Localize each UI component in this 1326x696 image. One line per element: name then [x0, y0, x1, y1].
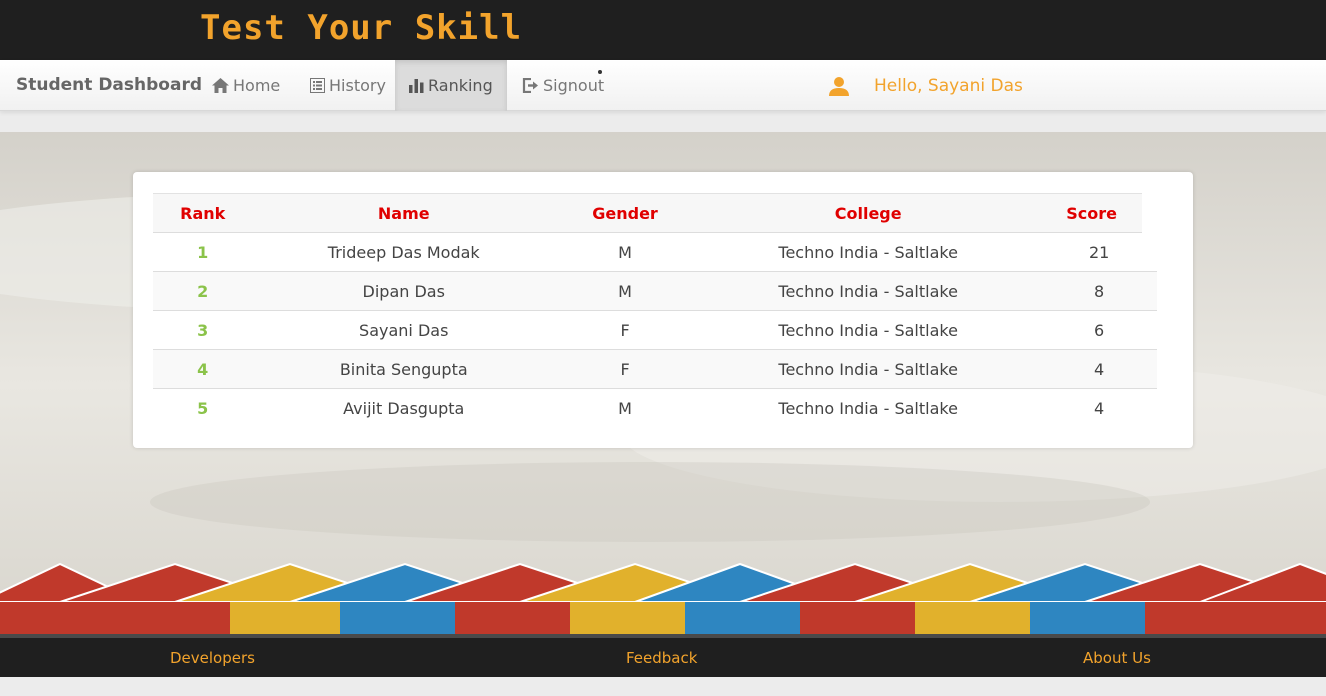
cell-gender: F: [555, 349, 696, 389]
header-college: College: [695, 193, 1042, 233]
nav-home[interactable]: Home: [198, 60, 294, 111]
cell-college: Techno India - Saltlake: [695, 232, 1042, 272]
nav-ranking-label: Ranking: [428, 76, 493, 95]
footer: Developers Feedback About Us: [0, 638, 1326, 677]
footer-link-developers[interactable]: Developers: [170, 649, 255, 667]
user-greeting: Hello, Sayani Das: [828, 60, 1023, 111]
footer-link-feedback[interactable]: Feedback: [626, 649, 697, 667]
site-logo-title: Test Your Skill: [200, 8, 523, 48]
top-header: Test Your Skill: [0, 0, 1326, 60]
cell-gender: F: [555, 310, 696, 350]
cursor-dot: [598, 70, 602, 74]
nav-home-label: Home: [233, 76, 281, 95]
header-score: Score: [1041, 193, 1172, 233]
table-row: 1 Trideep Das Modak M Techno India - Sal…: [153, 232, 1157, 272]
cell-score: 6: [1041, 310, 1157, 350]
cell-name: Sayani Das: [252, 310, 555, 350]
home-icon: [212, 78, 229, 93]
cell-rank: 5: [153, 388, 253, 428]
footer-link-about-us[interactable]: About Us: [1083, 649, 1151, 667]
nav-history-label: History: [329, 76, 386, 95]
cell-gender: M: [555, 232, 696, 272]
dashboard-title[interactable]: Student Dashboard: [16, 75, 202, 95]
cell-college: Techno India - Saltlake: [695, 388, 1042, 428]
user-icon: [829, 76, 849, 96]
ranking-card: Rank Name Gender College Score 1 Trideep…: [133, 172, 1193, 448]
nav-ranking[interactable]: Ranking: [395, 60, 507, 111]
nav-history[interactable]: History: [296, 60, 400, 111]
table-row: 2 Dipan Das M Techno India - Saltlake 8: [153, 271, 1157, 311]
cell-name: Dipan Das: [252, 271, 555, 311]
greeting-text: Hello, Sayani Das: [874, 75, 1023, 96]
cell-name: Avijit Dasgupta: [252, 388, 555, 428]
cell-score: 8: [1041, 271, 1157, 311]
cell-college: Techno India - Saltlake: [695, 310, 1042, 350]
table-row: 3 Sayani Das F Techno India - Saltlake 6: [153, 310, 1157, 350]
cell-college: Techno India - Saltlake: [695, 349, 1042, 389]
cell-gender: M: [555, 388, 696, 428]
cell-score: 21: [1041, 232, 1157, 272]
cell-gender: M: [555, 271, 696, 311]
cell-score: 4: [1041, 388, 1157, 428]
cell-college: Techno India - Saltlake: [695, 271, 1042, 311]
list-icon: [310, 78, 325, 93]
cell-rank: 4: [153, 349, 253, 389]
table-row: 4 Binita Sengupta F Techno India - Saltl…: [153, 349, 1157, 389]
cell-rank: 1: [153, 232, 253, 272]
header-rank: Rank: [153, 193, 253, 233]
nav-signout[interactable]: Signout: [508, 60, 618, 111]
header-name: Name: [252, 193, 555, 233]
navbar: Student Dashboard Home History Ranking S…: [0, 60, 1326, 111]
signout-icon: [522, 78, 538, 93]
cell-rank: 2: [153, 271, 253, 311]
bar-chart-icon: [409, 78, 424, 93]
ranking-table: Rank Name Gender College Score 1 Trideep…: [153, 193, 1172, 428]
table-row: 5 Avijit Dasgupta M Techno India - Saltl…: [153, 388, 1157, 428]
header-gender: Gender: [555, 193, 696, 233]
cell-name: Binita Sengupta: [252, 349, 555, 389]
nav-signout-label: Signout: [543, 76, 605, 95]
table-header-row: Rank Name Gender College Score: [153, 193, 1172, 233]
cell-rank: 3: [153, 310, 253, 350]
cell-score: 4: [1041, 349, 1157, 389]
cell-name: Trideep Das Modak: [252, 232, 555, 272]
